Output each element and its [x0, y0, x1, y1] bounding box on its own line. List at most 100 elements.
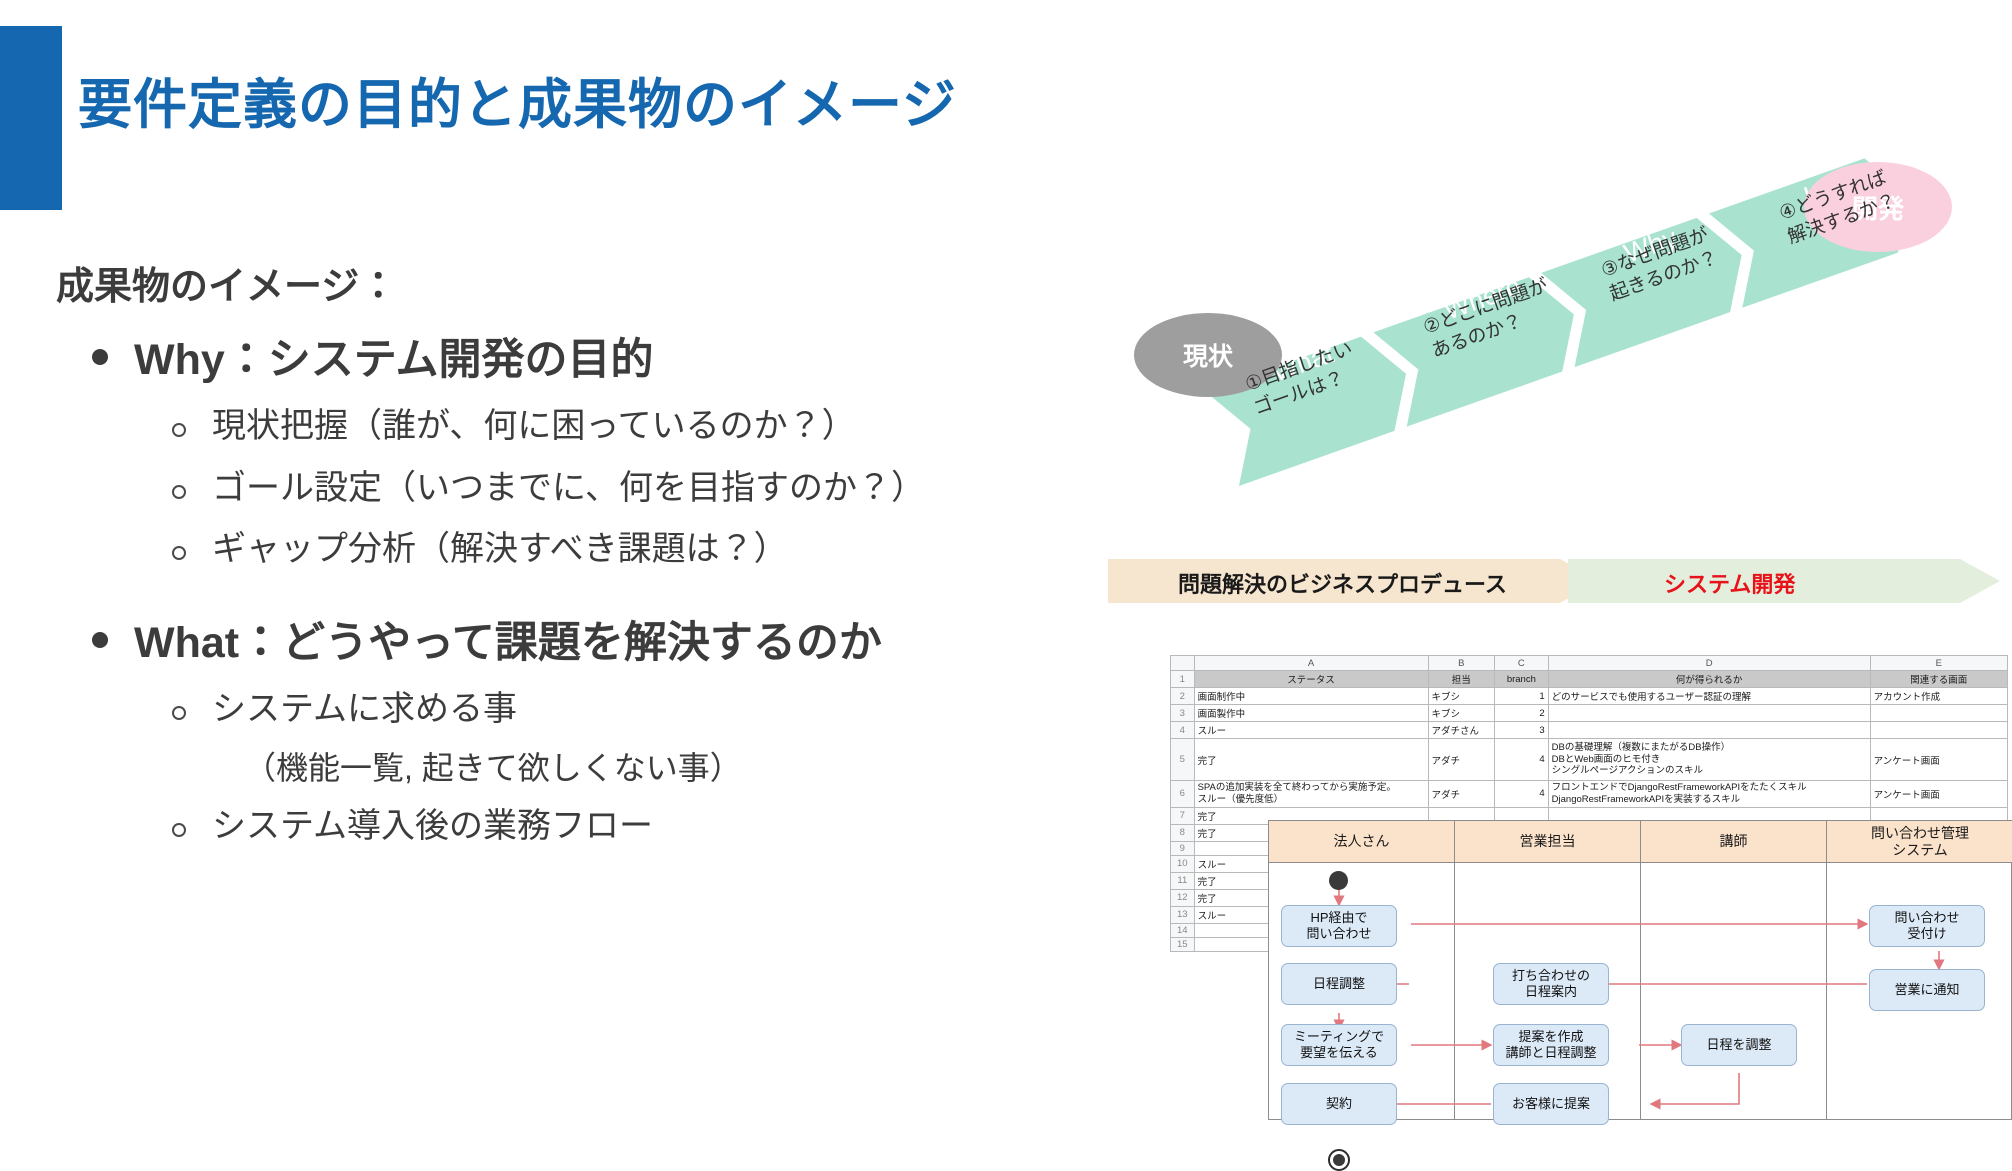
- spreadsheet-column-letter-row: A B C D E: [1170, 655, 2009, 671]
- cell-screen[interactable]: [1869, 721, 2009, 739]
- cell-branch[interactable]: 2: [1494, 704, 1549, 722]
- lane-header-system: 問い合わせ管理 システム: [1827, 821, 2012, 863]
- cell-owner[interactable]: アダチ: [1427, 780, 1496, 808]
- table-row: 4 スルー アダチさん 3: [1170, 721, 2009, 739]
- cell-gain[interactable]: どのサービスでも使用するユーザー認証の理解: [1547, 687, 1871, 705]
- row-number[interactable]: 13: [1170, 905, 1195, 924]
- flow-node-propose-to-customer[interactable]: お客様に提案: [1493, 1083, 1609, 1125]
- cell-status[interactable]: SPAの追加実装を全て終わってから実施予定。 スルー（優先度低）: [1193, 780, 1429, 808]
- bullet-level2: システム導入後の業務フロー: [56, 803, 1136, 851]
- row-number[interactable]: 12: [1170, 888, 1195, 907]
- row-number[interactable]: 5: [1170, 738, 1195, 781]
- flow-node-create-proposal[interactable]: 提案を作成 講師と日程調整: [1493, 1024, 1609, 1066]
- row-number[interactable]: 3: [1170, 704, 1195, 722]
- lane-header-corporate: 法人さん: [1269, 821, 1455, 863]
- header-gain: 何が得られるか: [1547, 670, 1871, 688]
- cell-branch[interactable]: 3: [1494, 721, 1549, 739]
- col-letter-e[interactable]: E: [1869, 655, 2009, 671]
- row-number[interactable]: 4: [1170, 721, 1195, 739]
- swimlane-flowchart: 法人さん 営業担当 講師 問い合わせ管理 システム HP経由で 問い合わせ 日程…: [1268, 820, 2012, 1171]
- spreadsheet-header-row: 1 ステータス 担当 branch 何が得られるか 関連する画面: [1170, 670, 2009, 688]
- row-number[interactable]: 8: [1170, 823, 1195, 842]
- bullet-level2-label: システム導入後の業務フロー: [212, 807, 653, 846]
- title-accent-bar: [0, 26, 62, 210]
- row-number[interactable]: 7: [1170, 806, 1195, 825]
- header-owner: 担当: [1427, 670, 1496, 688]
- cell-owner[interactable]: キブシ: [1427, 687, 1496, 705]
- col-letter-d[interactable]: D: [1547, 655, 1871, 671]
- table-row: 6 SPAの追加実装を全て終わってから実施予定。 スルー（優先度低） アダチ 4 フロン…: [1170, 780, 2009, 808]
- bullet-list: Why：システム開発の目的 現状把握（誰が、何に困っているのか？） ゴール設定（…: [56, 325, 1136, 851]
- bullet-level2: 現状把握（誰が、何に困っているのか？）: [56, 403, 1136, 451]
- bullet-dot-icon: [92, 631, 108, 648]
- bullet-ring-icon: [172, 823, 186, 838]
- cell-screen[interactable]: アンケート画面: [1869, 738, 2009, 781]
- cell-gain[interactable]: DBの基礎理解（複数にまたがるDB操作） DBとWeb画面のヒモ付き シングルペ…: [1547, 738, 1871, 781]
- cell-owner[interactable]: アダチ: [1427, 738, 1496, 781]
- banner-left-label: 問題解決のビジネスプロデュース: [1178, 572, 1507, 597]
- bullet-level1-label: What：どうやって課題を解決するのか: [134, 618, 882, 667]
- row-number[interactable]: 1: [1170, 670, 1195, 688]
- cell-status[interactable]: スルー: [1193, 721, 1429, 739]
- col-letter-b[interactable]: B: [1427, 655, 1496, 671]
- cell-gain[interactable]: フロントエンドでDjangoRestFrameworkAPIをたたくスキル Dj…: [1547, 780, 1871, 808]
- lane-header-sales: 営業担当: [1455, 821, 1641, 863]
- table-row: 3 画面製作中 キブシ 2: [1170, 704, 2009, 722]
- col-letter-c[interactable]: C: [1494, 655, 1549, 671]
- bullet-level1: What：どうやって課題を解決するのか: [56, 614, 1136, 672]
- cell-status[interactable]: 画面製作中: [1193, 704, 1429, 722]
- flow-node-adjust-schedule[interactable]: 日程を調整: [1681, 1024, 1797, 1066]
- cell-screen[interactable]: アンケート画面: [1869, 780, 2009, 808]
- flow-node-inquiry-reception[interactable]: 問い合わせ 受付け: [1869, 905, 1985, 947]
- cell-branch[interactable]: 4: [1494, 780, 1549, 808]
- flow-start-node-icon: [1329, 871, 1348, 890]
- page-title: 要件定義の目的と成果物のイメージ: [78, 75, 957, 135]
- flow-node-notify-sales[interactable]: 営業に通知: [1869, 969, 1985, 1011]
- flow-end-node-icon: [1328, 1149, 1350, 1171]
- bullet-ring-icon: [172, 705, 186, 720]
- cell-owner[interactable]: キブシ: [1427, 704, 1496, 722]
- row-number[interactable]: 6: [1170, 780, 1195, 808]
- chevron-process-diagram: What Where Why How 現状 開発 ①目指したい ゴールは？ ②ど…: [1108, 150, 2012, 580]
- row-number[interactable]: 11: [1170, 871, 1195, 890]
- bullet-level2-label: ギャップ分析（解決すべき課題は？）: [212, 530, 788, 569]
- start-state-label: 現状: [1182, 343, 1233, 371]
- bullet-level1: Why：システム開発の目的: [56, 331, 1136, 389]
- row-number[interactable]: 2: [1170, 687, 1195, 705]
- bullet-note: （機能一覧, 起きて欲しくない事）: [244, 750, 742, 787]
- flow-node-meeting-schedule-notice[interactable]: 打ち合わせの 日程案内: [1493, 963, 1609, 1005]
- phase-banner: 問題解決のビジネスプロデュース システム開発: [1108, 545, 2012, 617]
- flow-node-inquiry-via-hp[interactable]: HP経由で 問い合わせ: [1281, 905, 1397, 947]
- row-number[interactable]: 14: [1170, 922, 1195, 938]
- cell-branch[interactable]: 4: [1494, 738, 1549, 781]
- cell-gain[interactable]: [1547, 704, 1871, 722]
- banner-right-label: システム開発: [1664, 572, 1796, 597]
- row-number[interactable]: 10: [1170, 854, 1195, 873]
- cell-owner[interactable]: アダチさん: [1427, 721, 1496, 739]
- col-letter-a[interactable]: A: [1193, 655, 1429, 671]
- flow-node-schedule-adjust[interactable]: 日程調整: [1281, 963, 1397, 1005]
- header-screen: 関連する画面: [1869, 670, 2009, 688]
- bullet-ring-icon: [172, 546, 186, 561]
- cell-screen[interactable]: アカウント作成: [1869, 687, 2009, 705]
- bullet-level2-label: 現状把握（誰が、何に困っているのか？）: [212, 407, 856, 446]
- cell-status[interactable]: 完了: [1193, 738, 1429, 781]
- bullet-spacer: [56, 574, 1136, 608]
- flow-node-share-requirements[interactable]: ミーティングで 要望を伝える: [1281, 1024, 1397, 1066]
- table-row: 5 完了 アダチ 4 DBの基礎理解（複数にまたがるDB操作） DBとWeb画面のヒモ付…: [1170, 738, 2009, 781]
- cell-gain[interactable]: [1547, 721, 1871, 739]
- header-branch: branch: [1494, 670, 1549, 688]
- bullet-ring-icon: [172, 423, 186, 438]
- header-status: ステータス: [1193, 670, 1429, 688]
- cell-branch[interactable]: 1: [1494, 687, 1549, 705]
- bullet-level2-label: システムに求める事: [212, 689, 517, 728]
- row-number[interactable]: 15: [1170, 936, 1195, 952]
- cell-screen[interactable]: [1869, 704, 2009, 722]
- bullet-level2: システムに求める事: [56, 686, 1136, 734]
- row-number[interactable]: 9: [1170, 840, 1195, 856]
- bullet-level2: ギャップ分析（解決すべき課題は？）: [56, 526, 1136, 574]
- bullet-level1-label: Why：システム開発の目的: [134, 336, 654, 384]
- flow-node-contract[interactable]: 契約: [1281, 1083, 1397, 1125]
- corner-cell: [1170, 655, 1195, 671]
- cell-status[interactable]: 画面制作中: [1193, 687, 1429, 705]
